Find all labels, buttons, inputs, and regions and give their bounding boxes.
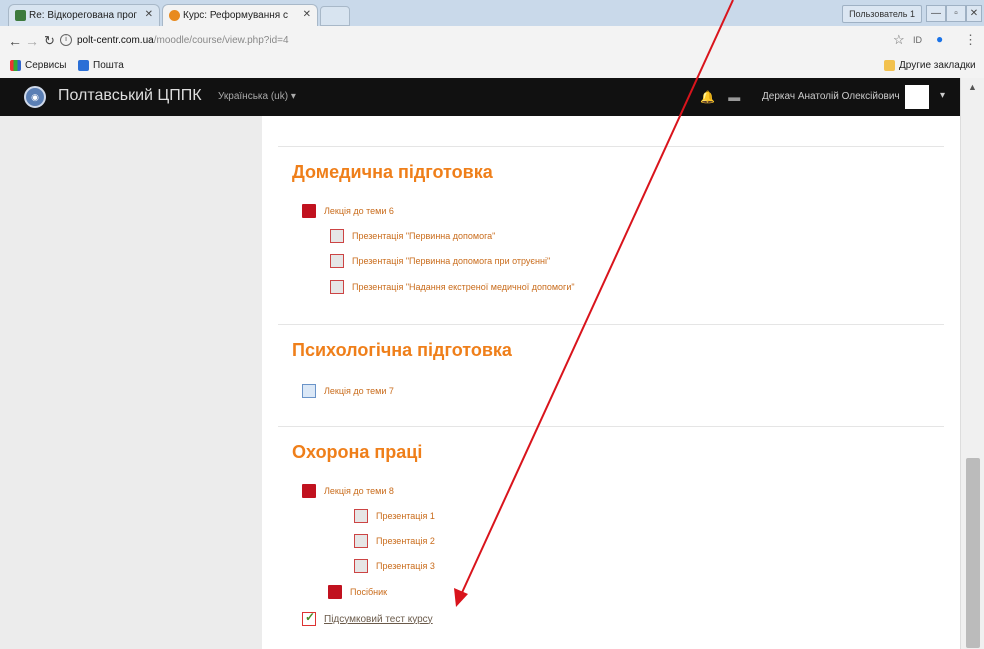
browser-tab-strip: Re: Відкорегована прог ✕ Курс: Реформува… (0, 0, 984, 26)
forward-arrow-icon[interactable]: → (25, 33, 39, 49)
url-host: polt-centr.com.ua (77, 35, 154, 46)
list-item[interactable]: Презентація 3 (354, 559, 435, 573)
bookmark-label: Сервисы (25, 60, 67, 71)
ppt-icon (354, 559, 368, 573)
messages-icon[interactable]: ▬ (728, 90, 740, 104)
browser-tab-email[interactable]: Re: Відкорегована прог ✕ (8, 4, 160, 26)
item-label: Лекція до теми 8 (324, 486, 394, 496)
minimize-button[interactable]: — (926, 5, 946, 22)
item-label: Презентація "Первинна допомога" (352, 231, 496, 241)
other-bookmarks[interactable]: Другие закладки (884, 60, 976, 71)
moodle-icon (169, 10, 180, 21)
list-item[interactable]: Лекція до теми 7 (302, 384, 394, 398)
new-tab-button[interactable] (320, 6, 350, 26)
page-scrollbar[interactable]: ▲ (960, 78, 984, 649)
extension-icon[interactable]: ID (913, 35, 922, 45)
ppt-icon (330, 280, 344, 294)
list-item[interactable]: Презентація 2 (354, 534, 435, 548)
item-label: Презентація "Надання екстреної медичної … (352, 282, 575, 292)
pdf-icon (302, 204, 316, 218)
list-item[interactable]: Презентація "Надання екстреної медичної … (330, 280, 575, 294)
language-menu[interactable]: Українська (uk) ▾ (218, 91, 296, 102)
close-icon[interactable]: ✕ (145, 9, 153, 20)
list-item[interactable]: Презентація "Первинна допомога при отрує… (330, 254, 550, 268)
ppt-icon (354, 534, 368, 548)
list-item[interactable]: Лекція до теми 6 (302, 204, 394, 218)
final-quiz-link[interactable]: Підсумковий тест курсу (302, 610, 433, 626)
restore-button[interactable]: ▫ (946, 5, 966, 22)
pdf-icon (302, 484, 316, 498)
item-label: Лекція до теми 6 (324, 206, 394, 216)
apps-grid-icon (10, 60, 21, 71)
other-bookmarks-label: Другие закладки (899, 60, 976, 71)
document-icon (302, 384, 316, 398)
list-item[interactable]: Посібник (328, 585, 387, 599)
navbar-icons: 🔔 ▬ (700, 90, 740, 104)
star-icon[interactable]: ☆ (893, 32, 905, 48)
info-icon[interactable]: i (60, 34, 72, 47)
bookmark-icon (78, 60, 89, 71)
user-menu-caret-icon[interactable]: ▾ (940, 90, 945, 101)
site-name[interactable]: Полтавський ЦППК (58, 87, 202, 105)
ppt-icon (330, 254, 344, 268)
course-content: Домедична підготовка Лекція до теми 6 Пр… (262, 116, 960, 649)
section-divider (278, 146, 944, 147)
left-sidebar (0, 116, 262, 649)
section-divider (278, 426, 944, 427)
url-field[interactable]: i polt-centr.com.ua/moodle/course/view.ph… (60, 31, 880, 51)
item-label: Презентація 1 (376, 511, 435, 521)
folder-icon (884, 60, 895, 71)
scrollbar-thumb[interactable] (966, 458, 980, 648)
address-bar: ← → ↻ i polt-centr.com.ua/moodle/course/v… (0, 26, 984, 57)
browser-tab-course[interactable]: Курс: Реформування с ✕ (162, 4, 318, 26)
window-user-badge[interactable]: Пользователь 1 (842, 5, 922, 23)
avatar[interactable] (905, 85, 929, 109)
notification-bell-icon[interactable]: 🔔 (700, 90, 715, 104)
item-label: Лекція до теми 7 (324, 386, 394, 396)
back-arrow-icon[interactable]: ← (8, 33, 22, 49)
user-name[interactable]: Деркач Анатолій Олексійович (762, 91, 900, 102)
site-logo-icon[interactable]: ◉ (24, 86, 46, 108)
tab-label: Re: Відкорегована прог (29, 10, 138, 21)
item-label: Презентація "Первинна допомога при отрує… (352, 256, 551, 266)
section-divider (278, 324, 944, 325)
quiz-icon (302, 610, 316, 626)
menu-dots-icon[interactable]: ⋮ (964, 32, 977, 48)
list-item[interactable]: Презентація 1 (354, 509, 435, 523)
url-path: /moodle/course/view.php?id=4 (153, 35, 289, 46)
bookmarks-bar: Сервисы Пошта Другие закладки (0, 56, 984, 79)
item-label: Презентація 3 (376, 561, 435, 571)
list-item[interactable]: Лекція до теми 8 (302, 484, 394, 498)
reload-icon[interactable]: ↻ (44, 33, 55, 49)
bookmark-mail[interactable]: Пошта (78, 60, 124, 71)
close-icon[interactable]: ✕ (303, 9, 311, 20)
section-title-psychology[interactable]: Психологічна підготовка (292, 340, 512, 361)
extension-dot-icon[interactable]: ● (936, 32, 943, 46)
scroll-up-icon[interactable]: ▲ (968, 82, 977, 92)
mail-icon (15, 10, 26, 21)
section-title-labor-safety[interactable]: Охорона праці (292, 442, 422, 463)
quiz-label: Підсумковий тест курсу (324, 613, 433, 625)
ppt-icon (330, 229, 344, 243)
tab-label: Курс: Реформування с (183, 10, 288, 21)
list-item[interactable]: Презентація "Первинна допомога" (330, 229, 495, 243)
bookmark-services[interactable]: Сервисы (10, 60, 66, 71)
item-label: Презентація 2 (376, 536, 435, 546)
pdf-icon (328, 585, 342, 599)
item-label: Посібник (350, 587, 388, 597)
window-close-button[interactable]: ✕ (966, 5, 982, 22)
bookmark-label: Пошта (93, 60, 124, 71)
ppt-icon (354, 509, 368, 523)
site-navbar: ◉ Полтавський ЦППК Українська (uk) ▾ 🔔 ▬… (0, 78, 960, 116)
section-title-first-aid[interactable]: Домедична підготовка (292, 162, 493, 183)
